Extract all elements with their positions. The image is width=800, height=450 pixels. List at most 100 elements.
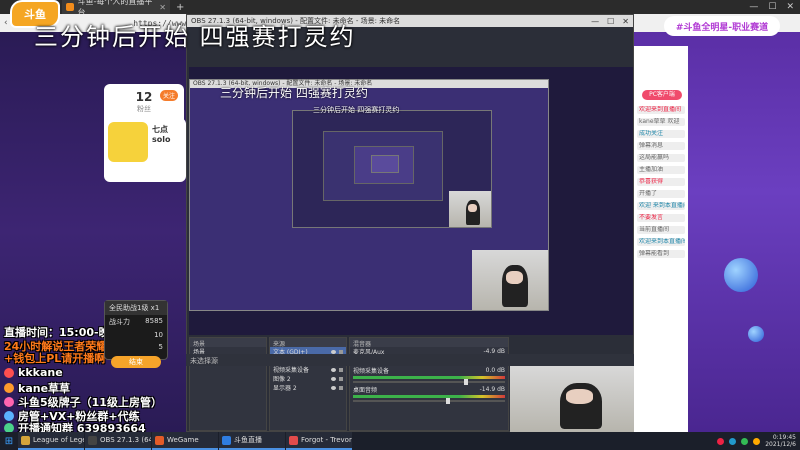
contest-panel-rows: 战斗力 8585 10 5 bbox=[105, 315, 167, 353]
nested-preview-3 bbox=[323, 131, 443, 201]
panel-row: 5 bbox=[158, 343, 163, 351]
obs-minimize-button[interactable]: — bbox=[591, 17, 599, 26]
decor-bubble bbox=[724, 258, 758, 292]
tray-icon[interactable] bbox=[741, 437, 749, 445]
mixer-header: 混音器 bbox=[350, 338, 508, 348]
platform-icon bbox=[4, 397, 14, 407]
douyu-favicon-icon bbox=[66, 3, 74, 11]
chat-message: kane草草 欢迎 bbox=[637, 118, 685, 126]
visibility-eye-icon[interactable] bbox=[331, 349, 336, 354]
app-icon bbox=[155, 435, 164, 445]
volume-knob[interactable] bbox=[463, 379, 468, 385]
app-icon bbox=[289, 435, 298, 445]
clock[interactable]: 0:19:45 2021/12/6 bbox=[765, 434, 796, 448]
anchor-name: 七点solo bbox=[152, 125, 171, 144]
nested-preview-5 bbox=[371, 155, 399, 173]
close-button[interactable]: ✕ bbox=[786, 2, 794, 12]
mixer-dock[interactable]: 混音器 麦克风/Aux -4.9 dB 视频采集设备 0.0 dB 桌面音频 -14.9 … bbox=[349, 337, 509, 431]
chat-message: 当前直播间 bbox=[637, 226, 685, 234]
mixer-channel-name: 桌面音频 bbox=[353, 387, 378, 394]
system-tray: 0:19:45 2021/12/6 bbox=[717, 434, 800, 448]
app-icon bbox=[21, 435, 30, 445]
lock-icon[interactable] bbox=[339, 349, 343, 354]
info-line: +钱包上PL请开播啊 bbox=[4, 350, 105, 366]
mixer-db: 0.0 dB bbox=[485, 367, 505, 374]
minimize-button[interactable]: — bbox=[749, 2, 758, 12]
source-item[interactable]: 显示器 2 bbox=[270, 383, 346, 392]
app-label: WeGame bbox=[167, 436, 199, 444]
app-label: OBS 27.1.3 (64-bit...) bbox=[100, 436, 151, 444]
taskbar-app[interactable]: 斗鱼直播 bbox=[219, 432, 285, 450]
nested-webcam bbox=[449, 191, 491, 227]
obs-preview[interactable]: OBS 27.1.3 (64-bit, windows) - 配置文件: 未命名… bbox=[189, 67, 633, 335]
chat-message: 欢迎来到本直播间 bbox=[637, 238, 685, 246]
back-icon[interactable]: ‹ bbox=[4, 18, 8, 28]
visibility-eye-icon[interactable] bbox=[331, 385, 336, 390]
mixer-db: -14.9 dB bbox=[479, 386, 505, 393]
chat-message: 弹幕能看到 bbox=[637, 250, 685, 258]
taskbar-app[interactable]: Forgot - Trevor D... bbox=[286, 432, 352, 450]
taskbar-app[interactable]: League of Legends bbox=[18, 432, 84, 450]
panel-row: 10 bbox=[154, 331, 163, 339]
visibility-eye-icon[interactable] bbox=[331, 376, 336, 381]
taskbar-apps: League of Legends OBS 27.1.3 (64-bit...) W… bbox=[18, 432, 353, 450]
taskbar-app[interactable]: WeGame bbox=[152, 432, 218, 450]
panel-row: 战斗力 8585 bbox=[109, 317, 163, 326]
info-line: kkkane bbox=[4, 366, 63, 379]
mixer-channel: 视频采集设备 0.0 dB bbox=[350, 366, 508, 385]
app-label: League of Legends bbox=[33, 436, 84, 444]
obs-close-button[interactable]: ✕ bbox=[622, 17, 629, 26]
platform-icon bbox=[4, 367, 14, 378]
clock-date: 2021/12/6 bbox=[765, 441, 796, 448]
nested-headline-2: 三分钟后开始 四强赛打灵约 bbox=[313, 106, 400, 114]
chat-message: 这局能赢吗 bbox=[637, 154, 685, 162]
pc-client-button[interactable]: PC客户端 bbox=[642, 90, 682, 100]
platform-icon bbox=[4, 383, 14, 393]
browser-tab[interactable]: 斗鱼-每个人的直播平台 ✕ bbox=[62, 0, 170, 17]
scenes-dock[interactable]: 场景 场景 bbox=[189, 337, 267, 431]
tray-icon[interactable] bbox=[753, 437, 761, 445]
taskbar-app[interactable]: OBS 27.1.3 (64-bit...) bbox=[85, 432, 151, 450]
sources-dock[interactable]: 来源 文本 (GDI+)图像 3视频采集设备图像 2显示器 2 bbox=[269, 337, 347, 431]
nested-headline: 三分钟后开始 四强赛打灵约 bbox=[220, 86, 368, 100]
lock-icon[interactable] bbox=[339, 376, 343, 381]
chat-message: 欢迎来到直播间 bbox=[637, 106, 685, 114]
tray-icon[interactable] bbox=[717, 437, 725, 445]
app-icon bbox=[222, 435, 231, 445]
chat-message: 成功关注 bbox=[637, 130, 685, 138]
chat-panel[interactable]: 欢迎来到直播间 kane草草 欢迎 成功关注 弹幕消息 这局能赢吗 主播加油 恭喜获得 开播了… bbox=[634, 46, 688, 432]
browser-tabbar: 斗鱼-每个人的直播平台 ✕ + — ☐ ✕ bbox=[0, 0, 800, 17]
end-button[interactable]: 结束 bbox=[111, 356, 161, 368]
chat-message: 恭喜获得 bbox=[637, 178, 685, 186]
new-tab-button[interactable]: + bbox=[170, 2, 190, 13]
lock-icon[interactable] bbox=[339, 385, 343, 390]
mixer-channel-name: 视频采集设备 bbox=[353, 368, 390, 375]
nested-webcam-2 bbox=[472, 250, 548, 310]
event-banner[interactable]: #斗鱼全明星-职业赛道 bbox=[664, 16, 780, 36]
windows-start-icon[interactable]: ⊞ bbox=[0, 432, 18, 450]
clock-time: 0:19:45 bbox=[772, 434, 796, 441]
stream-headline: 三分钟后开始 四强赛打灵约 bbox=[34, 23, 356, 51]
info-text: +钱包上PL请开播啊 bbox=[4, 352, 106, 365]
tray-icon[interactable] bbox=[729, 437, 737, 445]
close-tab-icon[interactable]: ✕ bbox=[159, 3, 166, 12]
maximize-button[interactable]: ☐ bbox=[768, 2, 776, 12]
source-item[interactable]: 视频采集设备 bbox=[270, 365, 346, 374]
nested-preview-4 bbox=[354, 146, 414, 184]
lock-icon[interactable] bbox=[339, 367, 343, 372]
follow-badge[interactable]: 关注 bbox=[159, 90, 178, 101]
app-label: Forgot - Trevor D... bbox=[301, 436, 352, 444]
webcam-feed bbox=[510, 366, 634, 432]
source-item[interactable]: 图像 2 bbox=[270, 374, 346, 383]
volume-slider[interactable] bbox=[353, 379, 505, 385]
volume-knob[interactable] bbox=[445, 398, 450, 404]
volume-slider[interactable] bbox=[353, 398, 505, 404]
window-controls: — ☐ ✕ bbox=[749, 2, 800, 12]
obs-maximize-button[interactable]: ☐ bbox=[607, 17, 614, 26]
chat-list: 欢迎来到直播间 kane草草 欢迎 成功关注 弹幕消息 这局能赢吗 主播加油 恭喜获得 开播了… bbox=[634, 46, 688, 258]
contest-panel[interactable]: 全民助战1级 x1 战斗力 8585 10 5 结束 bbox=[104, 300, 168, 368]
visibility-eye-icon[interactable] bbox=[331, 367, 336, 372]
taskbar: ⊞ League of Legends OBS 27.1.3 (64-bit...… bbox=[0, 432, 800, 450]
chat-message: 主播加油 bbox=[637, 166, 685, 174]
anchor-card[interactable]: 七点solo bbox=[104, 118, 186, 182]
